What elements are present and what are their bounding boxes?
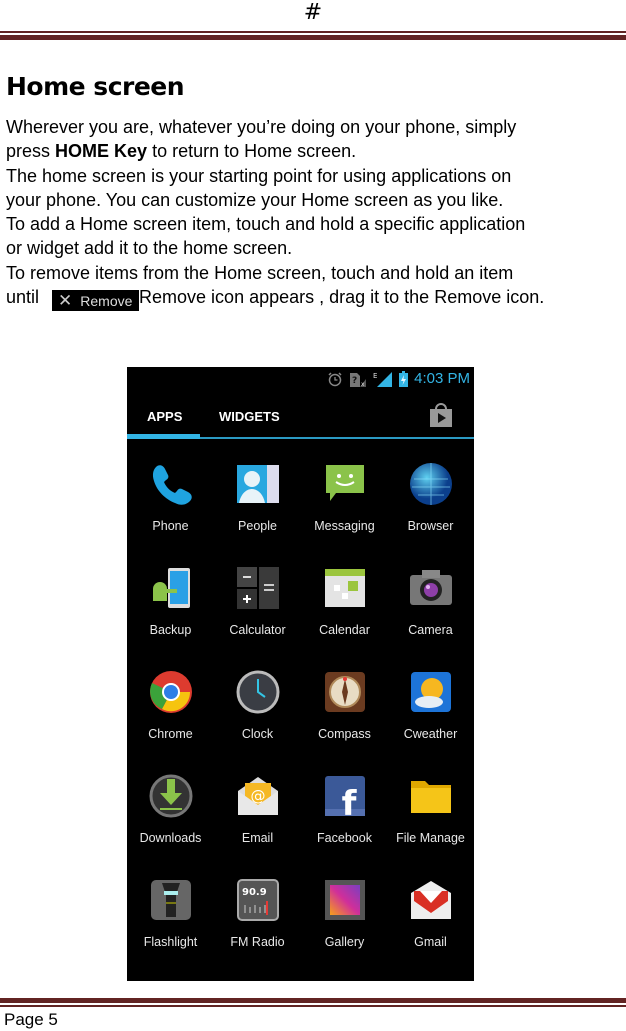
home-key-bold: HOME Key	[55, 141, 148, 162]
app-messaging[interactable]: Messaging	[301, 461, 388, 533]
flashlight-icon	[148, 877, 194, 923]
messaging-icon	[322, 461, 368, 507]
app-label: Phone	[152, 519, 189, 533]
alarm-icon	[328, 371, 342, 386]
app-compass[interactable]: Compass	[301, 669, 388, 741]
app-label: Clock	[241, 727, 274, 741]
header-mark: #	[303, 0, 323, 25]
section-title: Home screen	[6, 72, 185, 101]
svg-text:?: ?	[352, 376, 357, 386]
browser-icon	[408, 461, 454, 507]
app-drawer-tabs: APPS WIDGETS	[127, 393, 474, 441]
app-backup[interactable]: Backup	[127, 565, 214, 637]
app-gallery[interactable]: Gallery	[301, 877, 388, 949]
app-label: Gallery	[324, 935, 365, 949]
signal-edge-icon: E	[373, 371, 393, 387]
app-clock[interactable]: Clock	[214, 669, 301, 741]
svg-text:E: E	[373, 372, 377, 380]
para-line-4: your phone. You can customize your Home …	[6, 189, 504, 210]
app-label: Calculator	[229, 623, 286, 637]
header-rule-thin	[0, 31, 626, 33]
downloads-icon	[148, 773, 194, 819]
header-rule-thick	[0, 35, 626, 40]
para-line-7: To remove items from the Home screen, to…	[6, 262, 514, 283]
app-label: Gmail	[414, 935, 447, 949]
backup-icon	[148, 565, 194, 611]
app-gmail[interactable]: Gmail	[387, 877, 474, 949]
app-people[interactable]: People	[214, 461, 301, 533]
app-file-manage[interactable]: File Manage	[387, 773, 474, 845]
facebook-icon: f	[322, 773, 368, 824]
app-label: Chrome	[148, 727, 193, 741]
tab-apps[interactable]: APPS	[147, 409, 182, 424]
calculator-icon	[235, 565, 281, 611]
weather-icon	[408, 669, 454, 715]
app-label: Downloads	[139, 831, 202, 845]
svg-text:x: x	[361, 381, 365, 387]
battery-charging-icon	[399, 370, 409, 387]
app-facebook[interactable]: f Facebook	[301, 773, 388, 845]
tab-widgets[interactable]: WIDGETS	[219, 409, 280, 424]
app-browser[interactable]: Browser	[387, 461, 474, 533]
radio-icon: 90.9	[235, 877, 281, 923]
clock-icon	[235, 669, 281, 715]
no-sim-icon: ? x	[350, 372, 367, 387]
app-calendar[interactable]: Calendar	[301, 565, 388, 637]
app-label: Compass	[318, 727, 371, 741]
gmail-icon	[408, 877, 454, 923]
app-label: File Manage	[396, 831, 465, 845]
camera-icon	[408, 565, 454, 611]
app-label: Email	[241, 831, 274, 845]
email-icon: @	[235, 773, 281, 819]
app-label: Camera	[408, 623, 453, 637]
app-chrome[interactable]: Chrome	[127, 669, 214, 741]
para-line-2: press HOME Key to return to Home screen.	[6, 141, 357, 162]
footer-rule-thin	[0, 1005, 626, 1007]
gallery-icon	[322, 877, 368, 923]
app-calculator[interactable]: Calculator	[214, 565, 301, 637]
app-label: People	[238, 519, 277, 533]
app-label: Backup	[149, 623, 192, 637]
phone-screenshot: ? x E 4:03 PM APPS WIDGETS Phone People Mes…	[127, 367, 474, 981]
people-icon	[235, 461, 281, 507]
app-label: Flashlight	[143, 935, 198, 949]
app-label: Browser	[407, 519, 454, 533]
remove-chip-image: ✕ Remove	[52, 290, 140, 312]
folder-icon	[408, 773, 454, 819]
calendar-icon	[322, 565, 368, 611]
para-line-5: To add a Home screen item, touch and hol…	[6, 214, 526, 235]
app-flashlight[interactable]: Flashlight	[127, 877, 214, 949]
status-time: 4:03 PM	[414, 370, 470, 387]
app-label: Facebook	[317, 831, 372, 845]
svg-text:90.9: 90.9	[242, 887, 267, 898]
app-label: Cweather	[403, 727, 458, 741]
app-label: Calendar	[319, 623, 370, 637]
app-camera[interactable]: Camera	[387, 565, 474, 637]
svg-text:f: f	[341, 784, 357, 819]
body-text: Wherever you are, whatever you’re doing …	[6, 115, 626, 312]
para-line-6: or widget add it to the home screen.	[6, 238, 293, 259]
compass-icon	[322, 669, 368, 715]
close-icon: ✕	[58, 291, 73, 311]
play-store-icon[interactable]	[428, 401, 454, 427]
phone-icon	[148, 461, 194, 507]
app-cweather[interactable]: Cweather	[387, 669, 474, 741]
tab-active-indicator	[127, 434, 200, 439]
page-number: Page 5	[4, 1010, 58, 1029]
para-line-8: until ✕ Remove Remove icon appears , drag …	[6, 287, 545, 312]
app-email[interactable]: @ Email	[214, 773, 301, 845]
footer-rule-thick	[0, 998, 626, 1003]
app-label: Messaging	[314, 519, 375, 533]
app-label: FM Radio	[230, 935, 285, 949]
app-downloads[interactable]: Downloads	[127, 773, 214, 845]
para-line-3: The home screen is your starting point f…	[6, 165, 512, 186]
chrome-icon	[148, 669, 194, 715]
status-bar: ? x E 4:03 PM	[127, 367, 474, 393]
app-phone[interactable]: Phone	[127, 461, 214, 533]
app-fm-radio[interactable]: 90.9 FM Radio	[214, 877, 301, 949]
para-line-1: Wherever you are, whatever you’re doing …	[6, 117, 517, 137]
